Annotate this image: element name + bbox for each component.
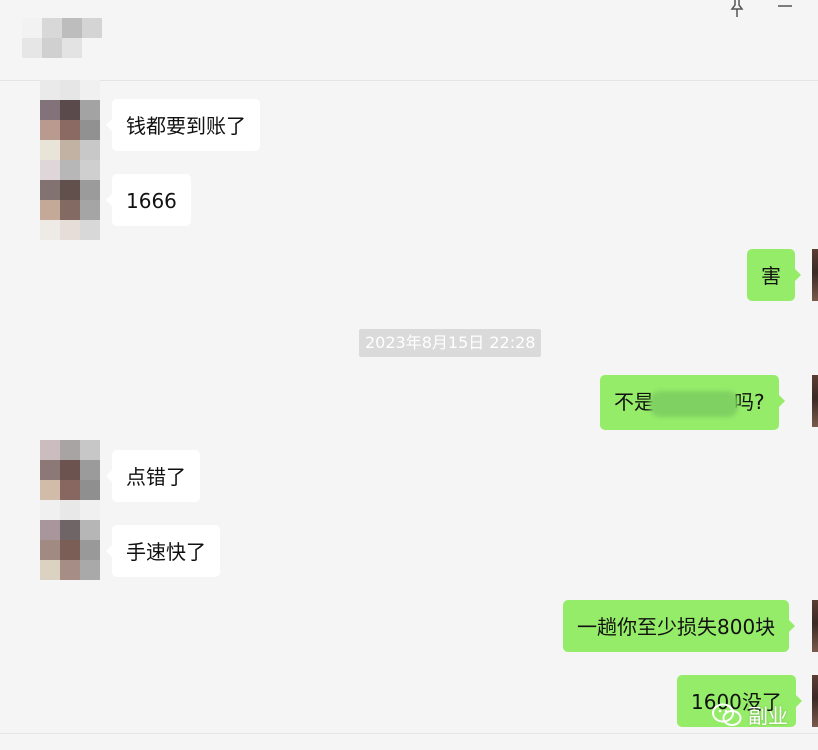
message-bubble-received[interactable]: 点错了 <box>106 450 200 502</box>
message-bubble-received[interactable]: 钱都要到账了 <box>106 99 260 151</box>
chat-title-pixelated <box>22 18 102 58</box>
message-bubble-received[interactable]: 手速快了 <box>106 525 220 577</box>
redacted-text <box>650 390 738 417</box>
message-bubble-received[interactable]: 1666 <box>106 174 191 226</box>
message-text: 1666 <box>126 189 177 213</box>
message-text: 钱都要到账了 <box>126 114 246 138</box>
self-avatar[interactable] <box>812 249 818 301</box>
message-text: 手速快了 <box>126 540 206 564</box>
message-bubble-sent[interactable]: 害 <box>747 249 801 301</box>
wechat-icon <box>712 703 742 726</box>
self-avatar[interactable] <box>812 375 818 427</box>
self-avatar[interactable] <box>812 600 818 652</box>
message-bubble-sent[interactable]: 不是 吗? <box>600 375 785 430</box>
message-timestamp: 2023年8月15日 22:28 <box>359 329 542 357</box>
contact-avatar[interactable] <box>40 440 100 500</box>
contact-avatar[interactable] <box>40 80 100 240</box>
message-text: 害 <box>761 264 781 288</box>
message-text-suffix: 吗? <box>734 390 765 414</box>
message-text-prefix: 不是 <box>614 390 654 414</box>
watermark: 副业 <box>712 700 788 729</box>
watermark-text: 副业 <box>748 704 788 728</box>
more-icon[interactable] <box>774 0 796 12</box>
pin-icon[interactable] <box>726 0 748 18</box>
message-bubble-sent[interactable]: 一趟你至少损失800块 <box>563 600 796 652</box>
self-avatar[interactable] <box>812 675 818 727</box>
contact-avatar[interactable] <box>40 500 100 580</box>
message-text: 一趟你至少损失800块 <box>577 615 776 639</box>
message-text: 点错了 <box>126 465 186 489</box>
input-divider <box>0 733 818 734</box>
chat-header <box>0 0 818 81</box>
